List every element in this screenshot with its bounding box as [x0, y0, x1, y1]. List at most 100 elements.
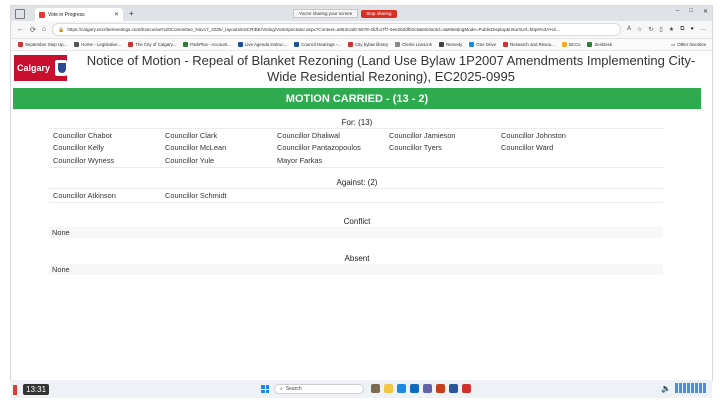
url-field[interactable]: 🔒 https://calgary.escribemeetings.com/Ex… [52, 23, 621, 36]
minimize-icon[interactable]: – [676, 8, 679, 15]
windows-start-icon[interactable] [261, 385, 269, 393]
bookmark-icon [18, 42, 23, 47]
home-icon[interactable]: ⌂ [42, 26, 46, 33]
favorite-item[interactable]: The City of Calgary... [128, 42, 176, 47]
voter-name: Councillor Chabot [53, 130, 112, 140]
close-window-icon[interactable]: ✕ [703, 8, 708, 15]
other-favorites[interactable]: ▭ Other favorites [671, 42, 706, 48]
taskbar: 13:31 ⌕ Search 🔈 [11, 380, 712, 398]
refresh-page-icon[interactable]: ↻ [648, 26, 653, 33]
voter-name: Councillor Atkinson [53, 190, 116, 200]
taskbar-apps [371, 384, 471, 393]
read-aloud-icon[interactable]: A [627, 26, 631, 33]
signal-bars-icon [675, 383, 706, 393]
bookmark-icon [395, 42, 401, 47]
conflict-section-title: Conflict [343, 217, 371, 226]
split-screen-icon[interactable]: ▯ [659, 26, 662, 33]
favorite-item[interactable]: Live Agenda Instruc... [237, 42, 287, 47]
voter-name: Councillor Kelly [53, 143, 104, 153]
volume-icon[interactable]: 🔈 [661, 384, 671, 393]
bookmark-icon [438, 42, 444, 47]
browser-window: Vote in Progress ✕ + You're sharing your… [11, 6, 712, 380]
table-row: Councillor Kelly Councillor McLean Counc… [49, 142, 663, 155]
favorite-star-icon[interactable]: ☆ [637, 26, 642, 33]
taskbar-search[interactable]: ⌕ Search [274, 384, 364, 394]
teams-icon[interactable] [423, 384, 432, 393]
table-row: Councillor Atkinson Councillor Schmidt [49, 189, 663, 202]
profile-icon[interactable]: ● [690, 26, 694, 33]
url-text: https://calgary.escribemeetings.com/Exec… [67, 27, 560, 32]
favorite-item[interactable]: Remedy [438, 42, 462, 47]
favorite-item[interactable]: City bylaw library [347, 42, 388, 47]
tab-vote-in-progress[interactable]: Vote in Progress ✕ [35, 8, 123, 21]
system-tray: 🔈 [661, 383, 706, 393]
against-votes-grid: Councillor Atkinson Councillor Schmidt [49, 188, 663, 203]
voter-name: Councillor Ward [501, 143, 554, 153]
refresh-icon[interactable]: ⟳ [30, 26, 36, 34]
for-votes-grid: Councillor Chabot Councillor Clark Counc… [49, 128, 663, 168]
voter-name: Councillor Clark [165, 130, 218, 140]
escribe-favicon-icon [39, 11, 45, 18]
favorites-icon[interactable]: ★ [669, 26, 674, 33]
pause-icon[interactable] [13, 384, 17, 395]
back-icon[interactable]: ← [17, 26, 24, 33]
against-section-title: Against: (2) [336, 178, 378, 187]
logo-text: Calgary [17, 63, 51, 73]
absent-section-title: Absent [344, 254, 370, 263]
favorite-item[interactable]: BCCs [561, 42, 580, 47]
sharing-text: You're sharing your screen [293, 9, 359, 18]
file-explorer-icon[interactable] [384, 384, 393, 393]
favorite-item[interactable]: ZenDesk [587, 42, 612, 47]
new-tab-icon[interactable]: + [129, 9, 134, 18]
taskbar-app-icon[interactable] [371, 384, 380, 393]
voter-name: Councillor Tyers [389, 143, 442, 153]
search-placeholder: Search [285, 386, 302, 392]
edge-browser-icon[interactable] [397, 384, 406, 393]
voter-name: Mayor Farkas [277, 155, 323, 165]
search-icon: ⌕ [280, 386, 283, 392]
favorite-item[interactable]: Council Hearings -... [294, 42, 341, 47]
more-menu-icon[interactable]: … [700, 26, 706, 33]
voter-name: Councillor Wyness [53, 155, 115, 165]
window-menu-icon[interactable] [15, 8, 25, 19]
close-tab-icon[interactable]: ✕ [114, 11, 119, 18]
for-section-title: For: (13) [341, 118, 373, 127]
voter-name: Councillor McLean [165, 143, 227, 153]
voter-name: Councillor Jamieson [389, 130, 456, 140]
table-row: Councillor Wyness Councillor Yule Mayor … [49, 154, 663, 167]
bookmark-icon [561, 42, 567, 47]
address-bar: ← ⟳ ⌂ 🔒 https://calgary.escribemeetings.… [11, 21, 712, 39]
lock-icon: 🔒 [58, 26, 65, 33]
outlook-icon[interactable] [410, 384, 419, 393]
collections-icon[interactable]: ⧉ [680, 26, 684, 33]
browser-toolbar-icons: A ☆ ↻ ▯ ★ ⧉ ● … [627, 26, 706, 33]
motion-result-banner: MOTION CARRIED - (13 - 2) [13, 88, 701, 109]
screen-share-notice: You're sharing your screen Stop sharing [293, 9, 397, 18]
acrobat-icon[interactable] [462, 384, 471, 393]
bookmark-icon [237, 42, 243, 47]
favorite-item[interactable]: September Step Up... [18, 42, 67, 47]
voter-name: Councillor Pantazopoulos [277, 143, 361, 153]
bookmark-icon [469, 42, 475, 47]
bookmark-icon [503, 42, 509, 47]
bookmark-icon [128, 42, 134, 47]
favorite-item[interactable]: ParkPlus - Account... [183, 42, 231, 47]
absent-value: None [49, 264, 663, 275]
favorite-item[interactable]: Research and Resou... [503, 42, 555, 47]
stop-sharing-button[interactable]: Stop sharing [361, 9, 397, 18]
taskbar-app-icon[interactable] [436, 384, 445, 393]
word-icon[interactable] [449, 384, 458, 393]
conflict-value: None [49, 227, 663, 238]
window-controls: – □ ✕ [676, 8, 708, 15]
favorite-item[interactable]: One Drive [469, 42, 496, 47]
motion-title: Notice of Motion - Repeal of Blanket Rez… [86, 53, 696, 84]
bookmark-icon [347, 42, 353, 47]
voter-name: Councillor Schmidt [165, 190, 227, 200]
bookmark-icon [294, 42, 300, 47]
tab-bar: Vote in Progress ✕ + You're sharing your… [11, 6, 712, 21]
bookmark-icon [183, 42, 189, 47]
maximize-icon[interactable]: □ [689, 8, 693, 15]
city-crest-icon [55, 60, 67, 76]
favorite-item[interactable]: Home - Legislative... [74, 42, 121, 47]
favorite-item[interactable]: Clerks LiveLink [395, 42, 432, 47]
